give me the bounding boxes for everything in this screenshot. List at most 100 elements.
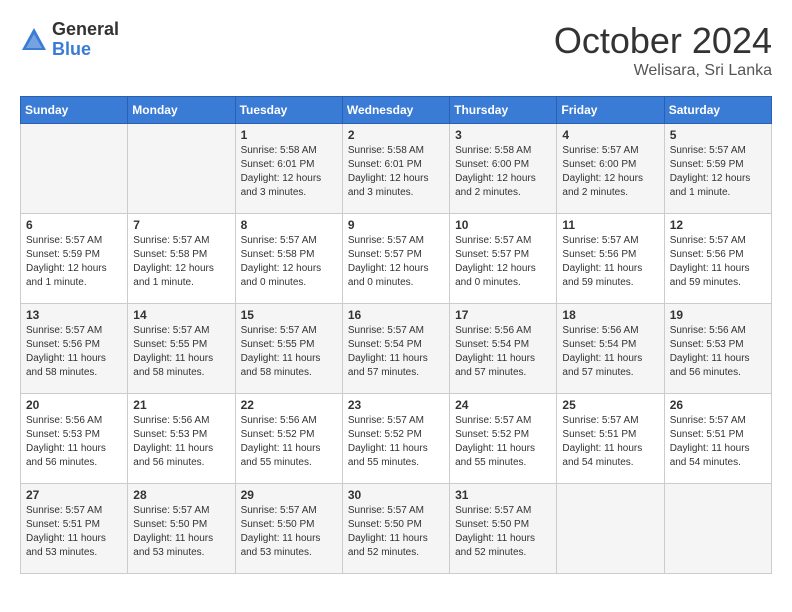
header-day-wednesday: Wednesday	[342, 97, 449, 124]
header-day-monday: Monday	[128, 97, 235, 124]
location: Welisara, Sri Lanka	[554, 62, 772, 80]
calendar-cell: 25 Sunrise: 5:57 AM Sunset: 5:51 PM Dayli…	[557, 394, 664, 484]
day-number: 10	[455, 218, 551, 232]
header-day-saturday: Saturday	[664, 97, 771, 124]
day-info: Sunrise: 5:56 AM Sunset: 5:54 PM Dayligh…	[562, 324, 658, 380]
calendar-cell: 5 Sunrise: 5:57 AM Sunset: 5:59 PM Daylig…	[664, 124, 771, 214]
header-row: SundayMondayTuesdayWednesdayThursdayFrid…	[21, 97, 772, 124]
calendar-cell: 28 Sunrise: 5:57 AM Sunset: 5:50 PM Dayli…	[128, 484, 235, 574]
day-info: Sunrise: 5:57 AM Sunset: 5:56 PM Dayligh…	[26, 324, 122, 380]
calendar-cell	[21, 124, 128, 214]
day-info: Sunrise: 5:57 AM Sunset: 5:59 PM Dayligh…	[670, 144, 766, 200]
logo-text: General Blue	[52, 20, 119, 60]
month-title: October 2024	[554, 20, 772, 62]
day-number: 13	[26, 308, 122, 322]
logo: General Blue	[20, 20, 119, 60]
day-number: 28	[133, 488, 229, 502]
day-info: Sunrise: 5:56 AM Sunset: 5:54 PM Dayligh…	[455, 324, 551, 380]
calendar-cell: 19 Sunrise: 5:56 AM Sunset: 5:53 PM Dayli…	[664, 304, 771, 394]
calendar-cell: 20 Sunrise: 5:56 AM Sunset: 5:53 PM Dayli…	[21, 394, 128, 484]
week-row-1: 6Sunrise: 5:57 AM Sunset: 5:59 PM Daylig…	[21, 214, 772, 304]
day-info: Sunrise: 5:57 AM Sunset: 5:55 PM Dayligh…	[133, 324, 229, 380]
day-number: 20	[26, 398, 122, 412]
calendar-header: SundayMondayTuesdayWednesdayThursdayFrid…	[21, 97, 772, 124]
day-number: 9	[348, 218, 444, 232]
calendar-cell: 10 Sunrise: 5:57 AM Sunset: 5:57 PM Dayli…	[450, 214, 557, 304]
logo-general: General	[52, 20, 119, 40]
calendar-cell: 6Sunrise: 5:57 AM Sunset: 5:59 PM Daylig…	[21, 214, 128, 304]
calendar-cell: 30 Sunrise: 5:57 AM Sunset: 5:50 PM Dayli…	[342, 484, 449, 574]
calendar-cell: 31 Sunrise: 5:57 AM Sunset: 5:50 PM Dayli…	[450, 484, 557, 574]
day-info: Sunrise: 5:56 AM Sunset: 5:53 PM Dayligh…	[133, 414, 229, 470]
calendar-cell: 1 Sunrise: 5:58 AM Sunset: 6:01 PM Daylig…	[235, 124, 342, 214]
day-number: 7	[133, 218, 229, 232]
week-row-0: 1 Sunrise: 5:58 AM Sunset: 6:01 PM Daylig…	[21, 124, 772, 214]
week-row-3: 20 Sunrise: 5:56 AM Sunset: 5:53 PM Dayli…	[21, 394, 772, 484]
day-number: 27	[26, 488, 122, 502]
day-info: Sunrise: 5:57 AM Sunset: 5:50 PM Dayligh…	[133, 504, 229, 560]
day-number: 18	[562, 308, 658, 322]
logo-icon	[20, 26, 48, 54]
day-info: Sunrise: 5:57 AM Sunset: 5:57 PM Dayligh…	[348, 234, 444, 290]
day-number: 11	[562, 218, 658, 232]
day-info: Sunrise: 5:57 AM Sunset: 5:58 PM Dayligh…	[241, 234, 337, 290]
day-number: 30	[348, 488, 444, 502]
calendar-cell: 24 Sunrise: 5:57 AM Sunset: 5:52 PM Dayli…	[450, 394, 557, 484]
day-info: Sunrise: 5:57 AM Sunset: 5:51 PM Dayligh…	[562, 414, 658, 470]
day-info: Sunrise: 5:57 AM Sunset: 5:58 PM Dayligh…	[133, 234, 229, 290]
calendar-cell: 9 Sunrise: 5:57 AM Sunset: 5:57 PM Daylig…	[342, 214, 449, 304]
day-info: Sunrise: 5:58 AM Sunset: 6:00 PM Dayligh…	[455, 144, 551, 200]
calendar-cell: 4 Sunrise: 5:57 AM Sunset: 6:00 PM Daylig…	[557, 124, 664, 214]
day-number: 6	[26, 218, 122, 232]
calendar-cell: 7 Sunrise: 5:57 AM Sunset: 5:58 PM Daylig…	[128, 214, 235, 304]
day-info: Sunrise: 5:58 AM Sunset: 6:01 PM Dayligh…	[241, 144, 337, 200]
calendar-cell	[128, 124, 235, 214]
day-info: Sunrise: 5:57 AM Sunset: 5:52 PM Dayligh…	[348, 414, 444, 470]
day-number: 4	[562, 128, 658, 142]
day-number: 1	[241, 128, 337, 142]
day-info: Sunrise: 5:57 AM Sunset: 5:54 PM Dayligh…	[348, 324, 444, 380]
day-number: 23	[348, 398, 444, 412]
title-block: October 2024 Welisara, Sri Lanka	[554, 20, 772, 80]
week-row-2: 13 Sunrise: 5:57 AM Sunset: 5:56 PM Dayli…	[21, 304, 772, 394]
calendar-cell: 15Sunrise: 5:57 AM Sunset: 5:55 PM Dayli…	[235, 304, 342, 394]
day-info: Sunrise: 5:58 AM Sunset: 6:01 PM Dayligh…	[348, 144, 444, 200]
calendar-cell: 2Sunrise: 5:58 AM Sunset: 6:01 PM Daylig…	[342, 124, 449, 214]
day-info: Sunrise: 5:57 AM Sunset: 5:50 PM Dayligh…	[241, 504, 337, 560]
day-info: Sunrise: 5:57 AM Sunset: 5:52 PM Dayligh…	[455, 414, 551, 470]
day-info: Sunrise: 5:57 AM Sunset: 6:00 PM Dayligh…	[562, 144, 658, 200]
day-info: Sunrise: 5:56 AM Sunset: 5:53 PM Dayligh…	[26, 414, 122, 470]
week-row-4: 27 Sunrise: 5:57 AM Sunset: 5:51 PM Dayli…	[21, 484, 772, 574]
day-info: Sunrise: 5:57 AM Sunset: 5:51 PM Dayligh…	[26, 504, 122, 560]
day-info: Sunrise: 5:57 AM Sunset: 5:50 PM Dayligh…	[348, 504, 444, 560]
day-number: 25	[562, 398, 658, 412]
day-info: Sunrise: 5:57 AM Sunset: 5:50 PM Dayligh…	[455, 504, 551, 560]
calendar-cell: 3 Sunrise: 5:58 AM Sunset: 6:00 PM Daylig…	[450, 124, 557, 214]
calendar-cell: 26Sunrise: 5:57 AM Sunset: 5:51 PM Dayli…	[664, 394, 771, 484]
day-number: 5	[670, 128, 766, 142]
day-info: Sunrise: 5:56 AM Sunset: 5:53 PM Dayligh…	[670, 324, 766, 380]
day-info: Sunrise: 5:57 AM Sunset: 5:56 PM Dayligh…	[562, 234, 658, 290]
header-day-thursday: Thursday	[450, 97, 557, 124]
calendar-cell: 13 Sunrise: 5:57 AM Sunset: 5:56 PM Dayli…	[21, 304, 128, 394]
header-day-friday: Friday	[557, 97, 664, 124]
day-number: 22	[241, 398, 337, 412]
day-number: 19	[670, 308, 766, 322]
day-number: 3	[455, 128, 551, 142]
day-number: 31	[455, 488, 551, 502]
day-number: 21	[133, 398, 229, 412]
calendar-cell: 8Sunrise: 5:57 AM Sunset: 5:58 PM Daylig…	[235, 214, 342, 304]
day-number: 24	[455, 398, 551, 412]
calendar-cell: 12Sunrise: 5:57 AM Sunset: 5:56 PM Dayli…	[664, 214, 771, 304]
calendar-cell	[557, 484, 664, 574]
calendar-cell: 18 Sunrise: 5:56 AM Sunset: 5:54 PM Dayli…	[557, 304, 664, 394]
header-day-tuesday: Tuesday	[235, 97, 342, 124]
day-info: Sunrise: 5:57 AM Sunset: 5:55 PM Dayligh…	[241, 324, 337, 380]
logo-blue: Blue	[52, 40, 119, 60]
day-info: Sunrise: 5:57 AM Sunset: 5:57 PM Dayligh…	[455, 234, 551, 290]
day-number: 12	[670, 218, 766, 232]
day-number: 16	[348, 308, 444, 322]
calendar-cell: 29Sunrise: 5:57 AM Sunset: 5:50 PM Dayli…	[235, 484, 342, 574]
header-day-sunday: Sunday	[21, 97, 128, 124]
calendar-cell: 17Sunrise: 5:56 AM Sunset: 5:54 PM Dayli…	[450, 304, 557, 394]
